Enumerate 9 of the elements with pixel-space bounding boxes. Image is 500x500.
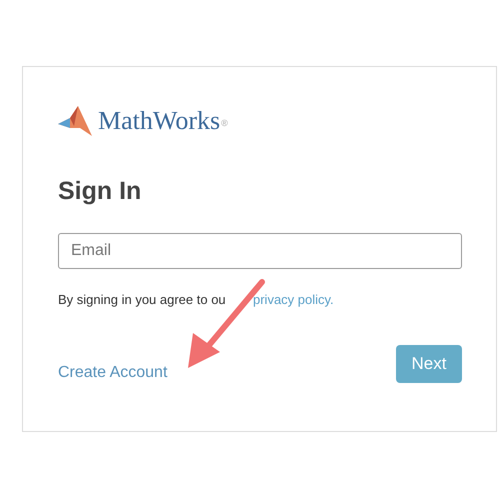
- email-field[interactable]: Email: [58, 233, 462, 269]
- agreement-text: By signing in you agree to ou: [58, 292, 227, 307]
- page-heading: Sign In: [58, 177, 142, 207]
- next-button[interactable]: Next: [396, 345, 462, 383]
- registered-mark: ®: [221, 118, 228, 128]
- logo-icon: [58, 106, 92, 136]
- create-account-link[interactable]: Create Account: [58, 364, 168, 382]
- logo-wordmark: MathWorks: [98, 106, 220, 136]
- privacy-policy-link[interactable]: privacy policy.: [253, 292, 334, 307]
